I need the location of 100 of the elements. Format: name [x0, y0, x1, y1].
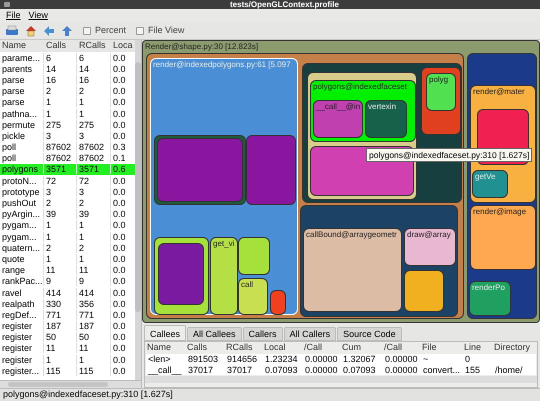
list-row[interactable]: ravel 414 414 0.0 [0, 286, 135, 298]
list-row[interactable]: pushOut 2 2 0.0 [0, 197, 135, 209]
list-row[interactable]: pygam... 1 1 0.0 [0, 231, 135, 242]
tab[interactable]: Callees [144, 325, 186, 341]
column-header[interactable]: Cum [340, 341, 382, 355]
column-header[interactable]: /Call [382, 341, 420, 355]
table-cell: 6 [44, 52, 77, 63]
up-arrow-icon[interactable] [61, 24, 73, 36]
list-row[interactable]: quote 1 1 0.0 [0, 253, 135, 265]
table-cell-text: 0.0 [112, 86, 127, 96]
table-cell: 2 [77, 198, 111, 208]
back-arrow-icon[interactable] [43, 24, 55, 36]
window-menu-icon[interactable] [4, 2, 10, 7]
vertical-scrollbar[interactable] [135, 40, 141, 380]
list-row[interactable]: parse 1 1 0.0 [0, 96, 135, 108]
column-header[interactable]: Loca [111, 39, 135, 53]
table-cell: 3571 [44, 164, 77, 174]
treemap-node[interactable]: render@image [470, 205, 536, 270]
table-cell: 1 [77, 220, 111, 230]
column-header[interactable]: Calls [185, 341, 224, 355]
list-row[interactable]: poll 87602 87602 0.1 [0, 152, 135, 164]
treemap-node[interactable]: callBound@arraygeometr [303, 228, 402, 312]
list-row[interactable]: parse 2 2 0.0 [0, 86, 135, 97]
list-row[interactable]: prototype 3 3 0.0 [0, 186, 135, 198]
list-row[interactable]: register 1 1 0.0 [0, 354, 135, 366]
list-row[interactable]: protoN... 72 72 0.0 [0, 175, 135, 186]
column-header[interactable]: RCalls [77, 39, 111, 53]
column-header[interactable]: Calls [44, 39, 77, 53]
treemap-node[interactable] [404, 270, 444, 312]
list-row[interactable]: parame... 6 6 0.0 [0, 52, 135, 64]
list-row[interactable]: pathna... 1 1 0.0 [0, 108, 135, 120]
list-row[interactable]: pickle 3 3 0.0 [0, 130, 135, 142]
table-cell: 1 [44, 254, 77, 264]
treemap-node[interactable]: get_vi [210, 237, 238, 315]
column-header[interactable]: Name [145, 341, 185, 355]
column-header[interactable]: Line [462, 341, 492, 355]
list-row[interactable]: parents 14 14 0.0 [0, 63, 135, 74]
list-row[interactable]: register 187 187 0.0 [0, 320, 135, 332]
treemap-node[interactable] [142, 40, 540, 323]
table-cell-text: 0.0 [112, 186, 127, 197]
node-label: polyg [429, 75, 448, 85]
home-icon[interactable] [25, 24, 37, 36]
treemap-node[interactable] [158, 243, 204, 305]
list-row[interactable]: poll 87602 87602 0.3 [0, 142, 135, 153]
checkbox[interactable] [136, 26, 144, 34]
table-cell-text: 0.0 [112, 298, 127, 309]
table-cell-text: /home/ [494, 364, 524, 375]
column-header[interactable]: Directory [492, 341, 534, 355]
list-row[interactable]: register 11 11 0.0 [0, 342, 135, 354]
tab[interactable]: Callers [242, 327, 283, 341]
treemap-node[interactable]: vertexin [365, 100, 407, 138]
list-row[interactable]: parse 16 16 0.0 [0, 74, 135, 86]
treemap-node[interactable]: render@indexedpolygons.py:61 [5.097 get_vi call [150, 58, 298, 315]
tab[interactable]: Source Code [337, 327, 402, 341]
list-row[interactable]: regDef... 771 771 0.0 [0, 309, 135, 320]
node-label: renderPo [472, 283, 505, 293]
list-row[interactable]: polygons 3571 3571 0.6 [0, 164, 135, 176]
table-cell-text: 0.0 [112, 52, 127, 63]
list-row[interactable]: rankPac... 9 9 0.0 [0, 276, 135, 287]
tab[interactable]: All Callers [284, 327, 336, 341]
table-cell: 14 [77, 64, 111, 74]
treemap-node[interactable]: polygons@indexedfaceset __call__@in vertexin [310, 80, 416, 142]
treemap-node[interactable] [270, 290, 286, 315]
treemap-node[interactable]: draw@array [404, 228, 456, 266]
table-cell-text: 1.32067 [342, 354, 377, 364]
treemap-node[interactable] [154, 237, 209, 315]
treemap-node[interactable] [246, 135, 296, 205]
horizontal-scrollbar[interactable] [0, 380, 141, 388]
column-header[interactable]: Name [0, 39, 44, 53]
node-label: polygons@indexedfaceset [313, 82, 407, 92]
list-row[interactable]: realpath 330 356 0.0 [0, 298, 135, 310]
treemap-node[interactable] [238, 237, 270, 275]
table-cell-text: 0.0 [112, 276, 127, 286]
table-cell: regDef... [0, 310, 44, 320]
menu-item[interactable]: View [28, 10, 48, 21]
treemap-node[interactable]: __call__@in [313, 100, 363, 138]
table-cell-text: 0.0 [112, 366, 127, 376]
treemap-node[interactable]: callBound@arraygeometr draw@array [300, 205, 458, 317]
horizontal-scrollbar[interactable] [145, 376, 537, 383]
node-label: render@indexedpolygons.py:61 [5.097 [153, 60, 291, 70]
list-row[interactable]: range 11 11 0.0 [0, 264, 135, 276]
column-header[interactable]: Local [262, 341, 302, 355]
column-header[interactable]: RCalls [224, 341, 262, 355]
menu-item[interactable]: File [6, 10, 21, 21]
list-row[interactable]: permute 275 275 0.0 [0, 119, 135, 130]
list-row[interactable]: register... 115 115 0.0 [0, 365, 135, 376]
treemap-node[interactable]: polyg [426, 73, 456, 111]
list-row[interactable]: quatern... 2 2 0.0 [0, 242, 135, 254]
treemap-node[interactable]: polyg [421, 67, 461, 135]
checkbox[interactable] [83, 26, 91, 34]
table-cell: pygam... [0, 220, 44, 230]
column-header[interactable]: File [420, 341, 462, 355]
list-row[interactable]: register 50 50 0.0 [0, 332, 135, 343]
column-header[interactable]: /Call [302, 341, 340, 355]
list-row[interactable]: pygam... 1 1 0.0 [0, 220, 135, 231]
table-cell: 187 [44, 321, 77, 332]
list-row[interactable]: pyArgin... 39 39 0.0 [0, 208, 135, 220]
tab[interactable]: All Callees [187, 327, 242, 341]
treemap-node[interactable]: call [238, 278, 268, 315]
print-icon[interactable] [5, 24, 19, 36]
